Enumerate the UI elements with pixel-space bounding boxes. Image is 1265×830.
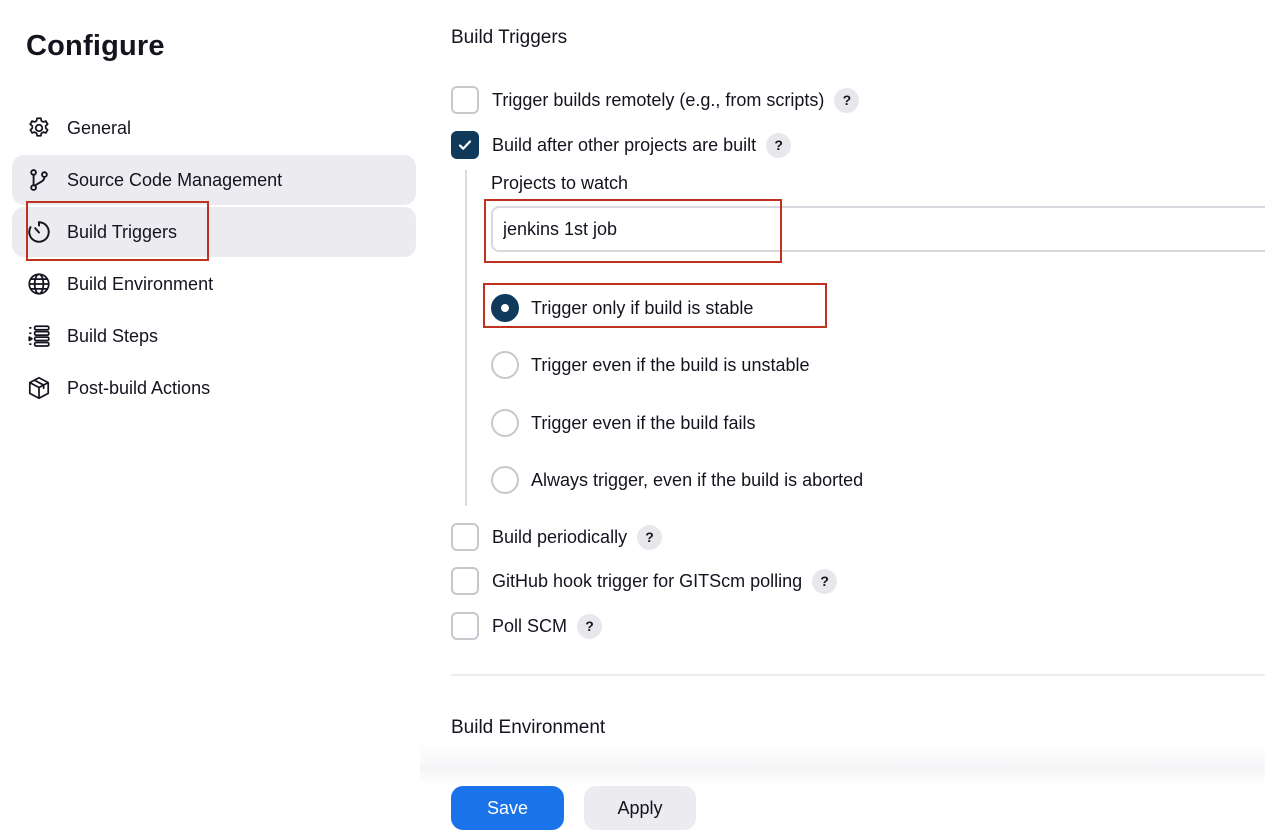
- bottom-bar-fade: [420, 740, 1265, 768]
- build-after-other-projects-checkbox[interactable]: [451, 131, 479, 159]
- help-icon[interactable]: ?: [637, 524, 663, 550]
- radio-option-aborted[interactable]: Always trigger, even if the build is abo…: [491, 465, 863, 495]
- trigger-remotely-checkbox[interactable]: [451, 86, 479, 114]
- section-title-build-triggers: Build Triggers: [451, 27, 568, 48]
- poll-scm-option: Poll SCM ?: [451, 611, 603, 641]
- sidebar-item-build-triggers[interactable]: Build Triggers: [12, 207, 416, 257]
- section-divider: [451, 674, 1265, 676]
- checkbox-label[interactable]: Trigger builds remotely (e.g., from scri…: [492, 90, 824, 111]
- help-icon[interactable]: ?: [766, 132, 792, 158]
- radio-option-fails[interactable]: Trigger even if the build fails: [491, 408, 755, 438]
- list-icon: [26, 323, 52, 349]
- projects-to-watch-label: Projects to watch: [491, 173, 629, 193]
- radio-button-fails[interactable]: [491, 409, 519, 437]
- save-button[interactable]: Save: [451, 786, 564, 830]
- sidebar-item-label: Build Steps: [67, 325, 159, 346]
- package-icon: [26, 375, 52, 401]
- build-periodically-checkbox[interactable]: [451, 523, 479, 551]
- sidebar-item-label: Source Code Management: [67, 169, 283, 190]
- sidebar-item-build-steps[interactable]: Build Steps: [12, 311, 416, 361]
- help-icon[interactable]: ?: [834, 87, 860, 113]
- trigger-remotely-option: Trigger builds remotely (e.g., from scri…: [451, 85, 860, 115]
- sidebar-item-label: Build Triggers: [67, 221, 178, 242]
- checkmark-icon: [458, 140, 472, 150]
- build-after-other-projects-option: Build after other projects are built ?: [451, 130, 792, 160]
- gear-icon: [26, 115, 52, 141]
- section-title-build-environment: Build Environment: [451, 717, 606, 738]
- build-periodically-option: Build periodically ?: [451, 522, 663, 552]
- sidebar-item-label: General: [67, 117, 132, 138]
- sidebar-item-general[interactable]: General: [12, 103, 416, 153]
- poll-scm-checkbox[interactable]: [451, 612, 479, 640]
- checkbox-label[interactable]: GitHub hook trigger for GITScm polling: [492, 571, 802, 592]
- radio-button-unstable[interactable]: [491, 351, 519, 379]
- sidebar-item-label: Post-build Actions: [67, 377, 211, 398]
- nested-options-line: [465, 170, 467, 506]
- sidebar-item-build-environment[interactable]: Build Environment: [12, 259, 416, 309]
- projects-to-watch-input[interactable]: [491, 206, 1265, 252]
- radio-label[interactable]: Always trigger, even if the build is abo…: [531, 470, 863, 491]
- radio-dot: [501, 304, 509, 312]
- github-hook-option: GitHub hook trigger for GITScm polling ?: [451, 566, 838, 596]
- help-icon[interactable]: ?: [577, 613, 603, 639]
- radio-button-stable[interactable]: [491, 294, 519, 322]
- branch-icon: [26, 167, 52, 193]
- checkbox-label[interactable]: Poll SCM: [492, 616, 567, 637]
- checkbox-label[interactable]: Build after other projects are built: [492, 135, 756, 156]
- radio-button-aborted[interactable]: [491, 466, 519, 494]
- radio-label[interactable]: Trigger even if the build fails: [531, 413, 755, 434]
- github-hook-checkbox[interactable]: [451, 567, 479, 595]
- radio-label[interactable]: Trigger only if build is stable: [531, 298, 753, 319]
- apply-button[interactable]: Apply: [584, 786, 696, 830]
- sidebar-item-label: Build Environment: [67, 273, 214, 294]
- page-title: Configure: [26, 30, 165, 62]
- globe-icon: [26, 271, 52, 297]
- help-icon[interactable]: ?: [812, 568, 838, 594]
- timer-icon: [26, 219, 52, 245]
- sidebar-item-post-build-actions[interactable]: Post-build Actions: [12, 363, 416, 413]
- radio-label[interactable]: Trigger even if the build is unstable: [531, 355, 810, 376]
- checkbox-label[interactable]: Build periodically: [492, 527, 627, 548]
- radio-option-stable[interactable]: Trigger only if build is stable: [491, 293, 753, 323]
- radio-option-unstable[interactable]: Trigger even if the build is unstable: [491, 350, 810, 380]
- sidebar-item-source-code-management[interactable]: Source Code Management: [12, 155, 416, 205]
